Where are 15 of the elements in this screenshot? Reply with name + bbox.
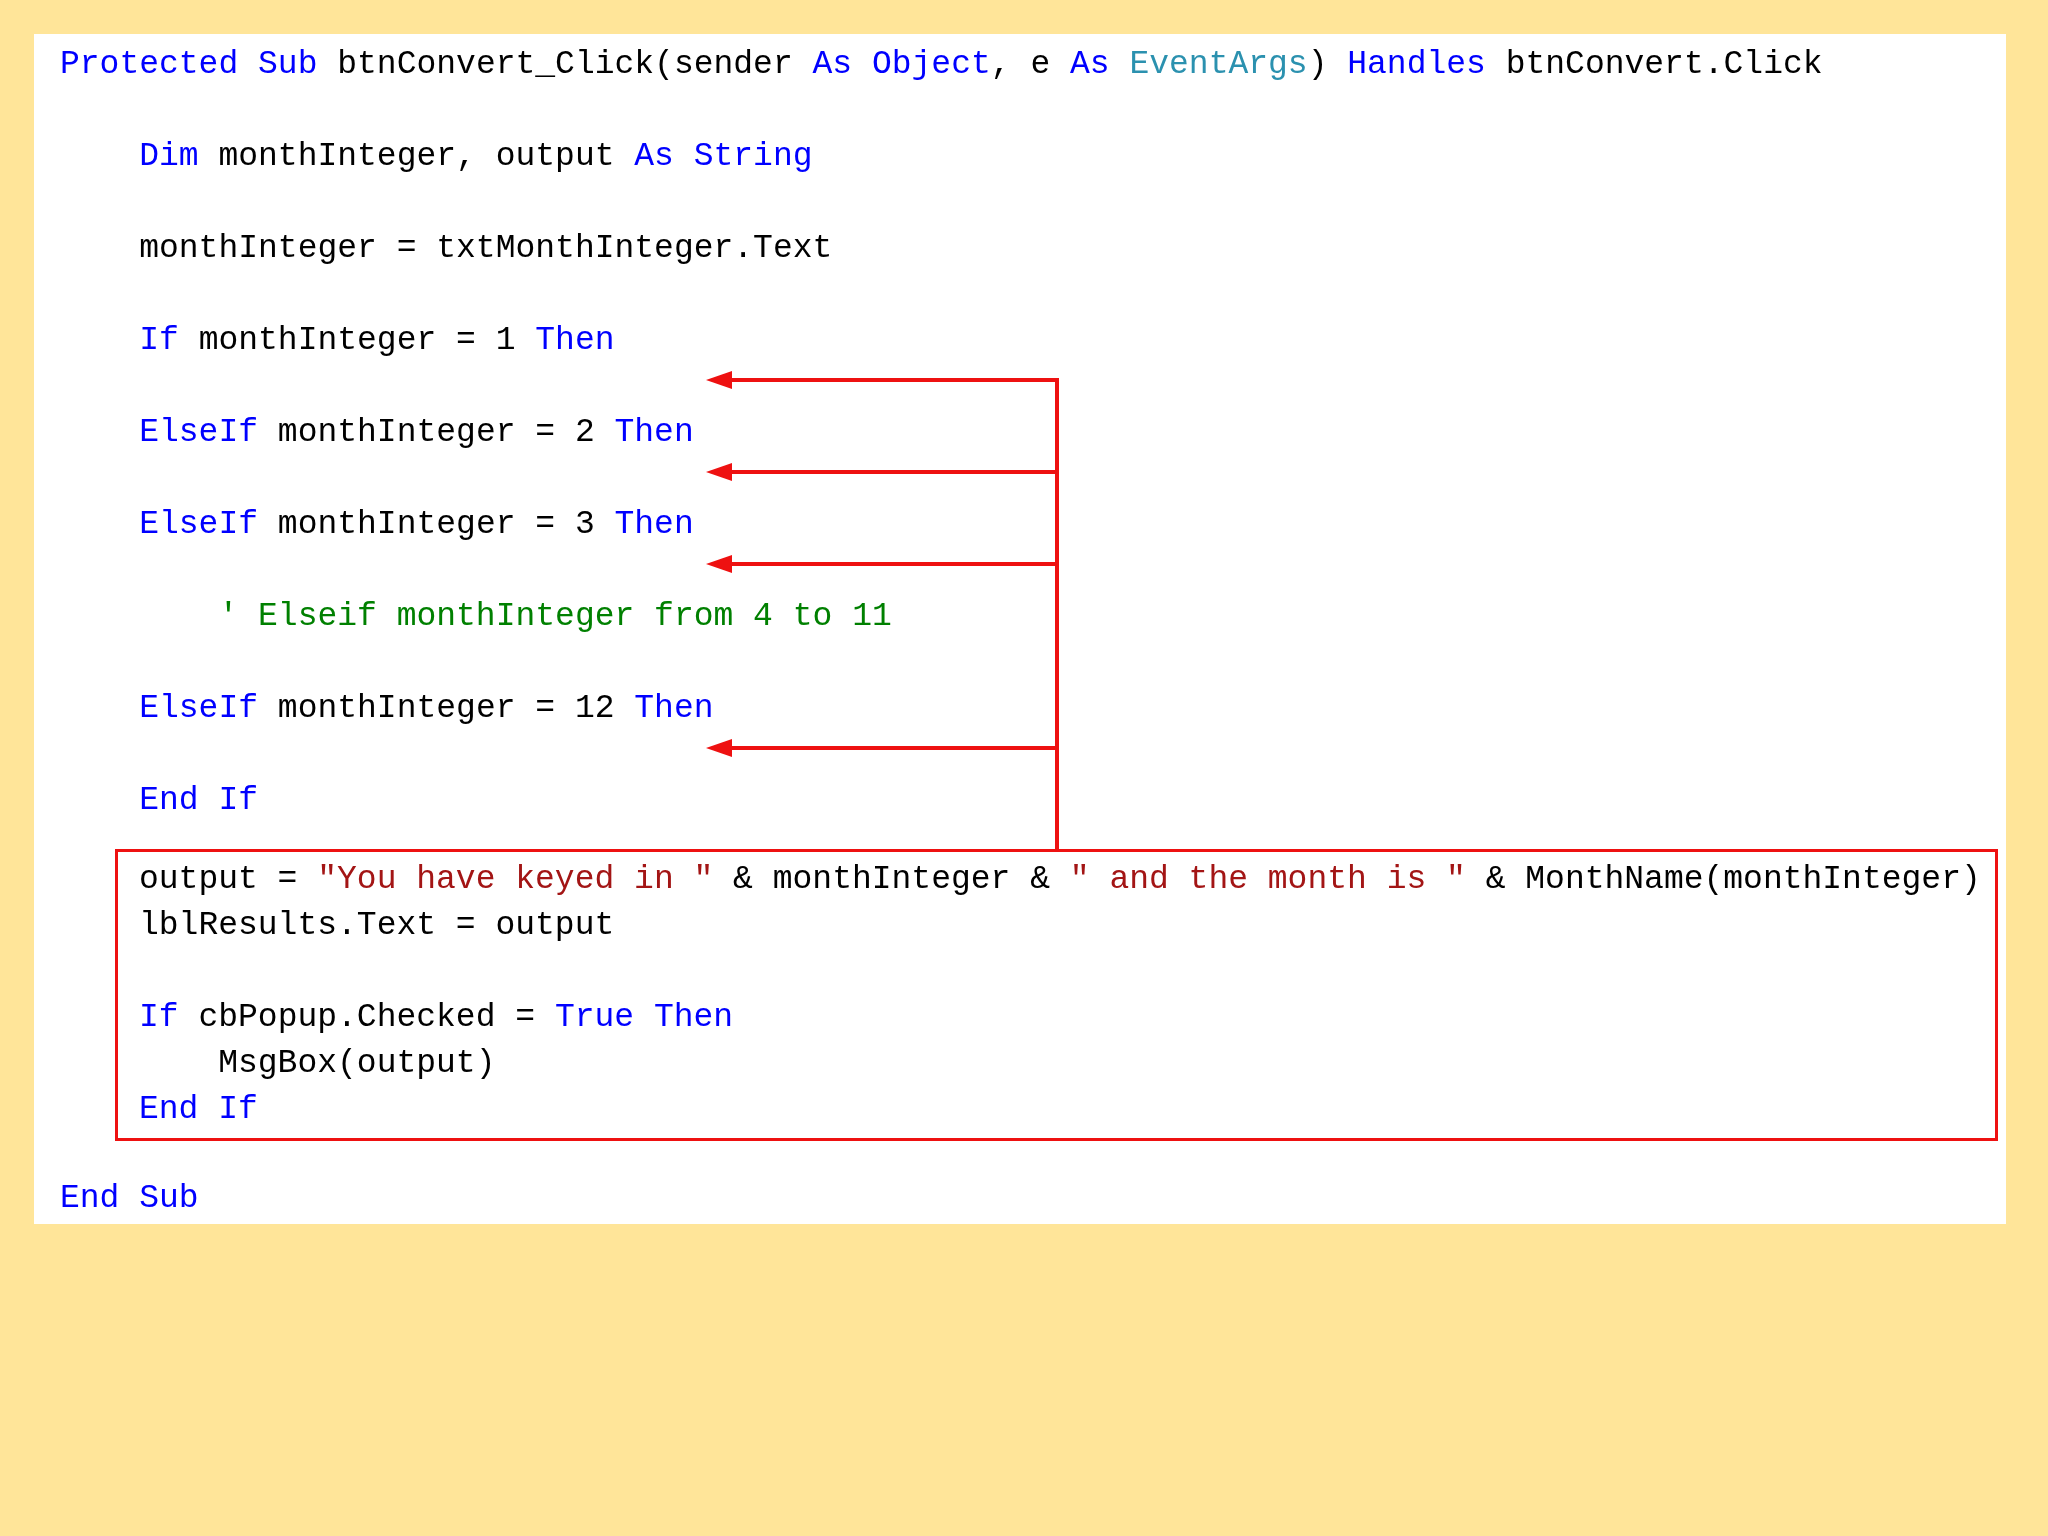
code-line: If monthInteger = 1 Then bbox=[138, 321, 616, 361]
code-line: MsgBox(output) bbox=[217, 1044, 497, 1084]
code-line: End If bbox=[138, 781, 260, 821]
code-line: ElseIf monthInteger = 3 Then bbox=[138, 505, 695, 545]
code-line: ' Elseif monthInteger from 4 to 11 bbox=[217, 597, 893, 637]
code-line: lblResults.Text = output bbox=[139, 906, 616, 946]
code-line: If cbPopup.Checked = True Then bbox=[139, 998, 735, 1038]
code-line: Dim monthInteger, output As String bbox=[138, 137, 814, 177]
code-line: output = "You have keyed in " & monthInteger & " and the month is " & MonthName(monthInteger) bbox=[139, 860, 1982, 900]
code-line: End If bbox=[139, 1090, 259, 1130]
code-line: monthInteger = txtMonthInteger.Text bbox=[138, 229, 834, 269]
code-line: ElseIf monthInteger = 2 Then bbox=[138, 413, 695, 453]
code-line: End Sub bbox=[60, 1179, 200, 1219]
code-line: Protected Sub btnConvert_Click(sender As Object, e As EventArgs) Handles btnConvert.Click bbox=[60, 45, 1824, 85]
code-line: ElseIf monthInteger = 12 Then bbox=[138, 689, 715, 729]
